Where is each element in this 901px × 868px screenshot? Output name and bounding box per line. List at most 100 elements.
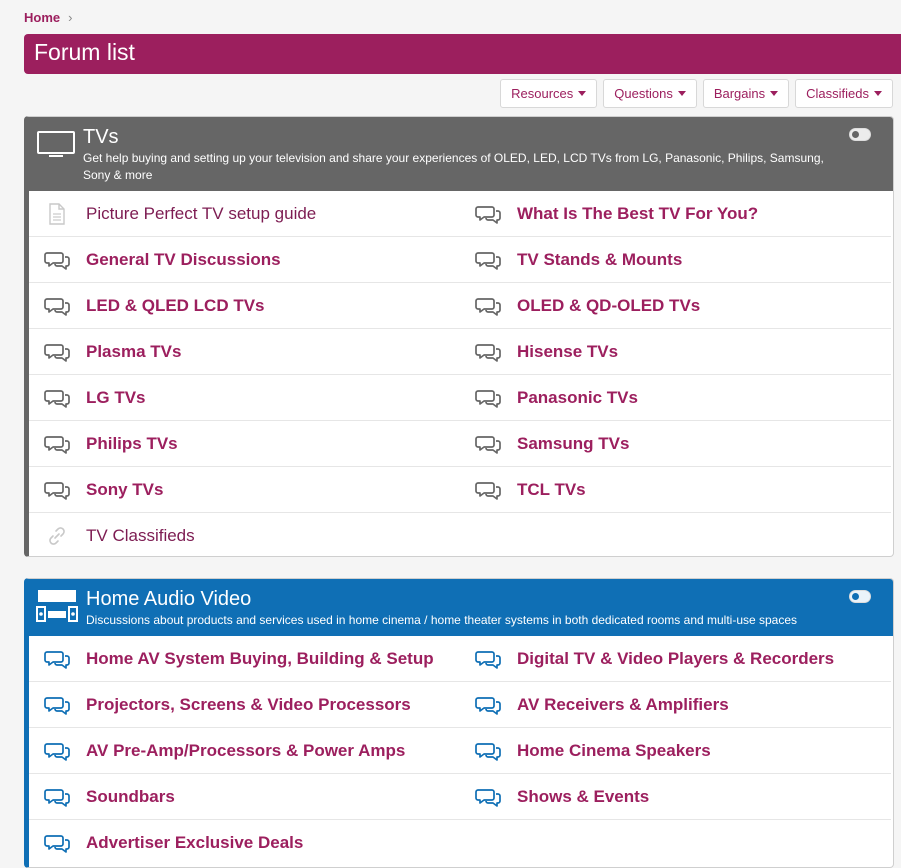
bargains-menu-button[interactable]: Bargains [702, 79, 790, 108]
collapse-toggle[interactable] [849, 128, 871, 141]
television-icon [36, 130, 76, 165]
forum-node-title[interactable]: Projectors, Screens & Video Processors [86, 695, 411, 715]
forum-node-samsung-tvs[interactable]: Samsung TVs [460, 421, 891, 467]
forum-node-title[interactable]: Soundbars [86, 787, 175, 807]
chat-bubbles-icon [43, 785, 71, 809]
forum-node-title[interactable]: Sony TVs [86, 480, 163, 500]
chat-bubbles-icon [43, 340, 71, 364]
category-block-home-audio-video: Home Audio Video Discussions about produ… [24, 578, 894, 868]
forum-node-picture-perfect-tv-setup-guide[interactable]: Picture Perfect TV setup guide [29, 191, 460, 237]
av-equipment-icon [36, 589, 78, 628]
chat-bubbles-icon [474, 386, 502, 410]
forum-node-title[interactable]: AV Receivers & Amplifiers [517, 695, 729, 715]
page-title-bar: Forum list [24, 34, 901, 74]
forum-node-title[interactable]: General TV Discussions [86, 250, 281, 270]
collapse-toggle[interactable] [849, 590, 871, 603]
category-header-tvs: TVs Get help buying and setting up your … [29, 117, 893, 191]
caret-down-icon [874, 91, 882, 96]
forum-node-oled-and-qd-oled-tvs[interactable]: OLED & QD-OLED TVs [460, 283, 891, 329]
forum-node-title[interactable]: Philips TVs [86, 434, 178, 454]
forum-node-shows-and-events[interactable]: Shows & Events [460, 774, 891, 820]
forum-node-title[interactable]: What Is The Best TV For You? [517, 204, 758, 224]
classifieds-menu-button[interactable]: Classifieds [795, 79, 893, 108]
resources-menu-button[interactable]: Resources [500, 79, 598, 108]
forum-node-soundbars[interactable]: Soundbars [29, 774, 460, 820]
chat-bubbles-icon [474, 432, 502, 456]
node-grid-tvs: Picture Perfect TV setup guide What Is Th… [29, 191, 893, 556]
forum-node-title[interactable]: Home Cinema Speakers [517, 741, 711, 761]
forum-node-projectors-screens-and-video-processors[interactable]: Projectors, Screens & Video Processors [29, 682, 460, 728]
chat-bubbles-icon [43, 739, 71, 763]
forum-node-title[interactable]: Panasonic TVs [517, 388, 638, 408]
forum-node-title[interactable]: LED & QLED LCD TVs [86, 296, 265, 316]
category-title-tvs[interactable]: TVs [83, 126, 119, 149]
node-grid-home-audio-video: Home AV System Buying, Building & Setup D… [29, 636, 893, 866]
forum-node-title[interactable]: Shows & Events [517, 787, 649, 807]
forum-node-title[interactable]: LG TVs [86, 388, 146, 408]
forum-node-av-receivers-and-amplifiers[interactable]: AV Receivers & Amplifiers [460, 682, 891, 728]
chat-bubbles-icon [43, 478, 71, 502]
chat-bubbles-icon [474, 202, 502, 226]
forum-node-tv-stands-and-mounts[interactable]: TV Stands & Mounts [460, 237, 891, 283]
forum-node-title[interactable]: Digital TV & Video Players & Recorders [517, 649, 834, 669]
forum-node-title[interactable]: Advertiser Exclusive Deals [86, 833, 303, 853]
forum-node-advertiser-exclusive-deals[interactable]: Advertiser Exclusive Deals [29, 820, 460, 866]
forum-node-title[interactable]: Picture Perfect TV setup guide [86, 204, 316, 224]
chat-bubbles-icon [43, 294, 71, 318]
forum-node-title[interactable]: TCL TVs [517, 480, 586, 500]
page-icon [43, 202, 71, 226]
forum-node-title[interactable]: OLED & QD-OLED TVs [517, 296, 700, 316]
category-header-home-audio-video: Home Audio Video Discussions about produ… [29, 579, 893, 636]
chat-bubbles-icon [474, 294, 502, 318]
link-icon [43, 524, 71, 548]
resources-menu-label: Resources [511, 86, 574, 101]
forum-node-home-av-system-buying-building-and-setup[interactable]: Home AV System Buying, Building & Setup [29, 636, 460, 682]
forum-node-title[interactable]: Hisense TVs [517, 342, 618, 362]
forum-node-hisense-tvs[interactable]: Hisense TVs [460, 329, 891, 375]
category-description-tvs: Get help buying and setting up your tele… [83, 151, 824, 182]
forum-node-title[interactable]: Plasma TVs [86, 342, 181, 362]
classifieds-menu-label: Classifieds [806, 86, 869, 101]
forum-node-sony-tvs[interactable]: Sony TVs [29, 467, 460, 513]
forum-node-title[interactable]: TV Stands & Mounts [517, 250, 682, 270]
forum-node-panasonic-tvs[interactable]: Panasonic TVs [460, 375, 891, 421]
forum-node-digital-tv-and-video-players-and-recorders[interactable]: Digital TV & Video Players & Recorders [460, 636, 891, 682]
forum-node-home-cinema-speakers[interactable]: Home Cinema Speakers [460, 728, 891, 774]
category-title-home-audio-video[interactable]: Home Audio Video [86, 588, 251, 611]
chat-bubbles-icon [474, 340, 502, 364]
caret-down-icon [677, 91, 686, 96]
breadcrumb-home-link[interactable]: Home [24, 10, 60, 25]
chat-bubbles-icon [43, 831, 71, 855]
forum-node-tcl-tvs[interactable]: TCL TVs [460, 467, 891, 513]
category-block-tvs: TVs Get help buying and setting up your … [24, 116, 894, 557]
chat-bubbles-icon [474, 739, 502, 763]
bargains-menu-label: Bargains [713, 86, 766, 101]
forum-node-title[interactable]: TV Classifieds [86, 526, 195, 546]
forum-node-led-and-qled-lcd-tvs[interactable]: LED & QLED LCD TVs [29, 283, 460, 329]
category-description-home-audio-video: Discussions about products and services … [86, 613, 798, 627]
forum-node-what-is-the-best-tv-for-you[interactable]: What Is The Best TV For You? [460, 191, 891, 237]
chat-bubbles-icon [43, 693, 71, 717]
forum-node-general-tv-discussions[interactable]: General TV Discussions [29, 237, 460, 283]
breadcrumb: Home › [24, 10, 72, 25]
forum-node-tv-classifieds[interactable]: TV Classifieds [29, 513, 460, 556]
forum-node-title[interactable]: AV Pre-Amp/Processors & Power Amps [86, 741, 405, 761]
caret-down-icon [770, 91, 779, 96]
forum-node-title[interactable]: Samsung TVs [517, 434, 629, 454]
chat-bubbles-icon [43, 432, 71, 456]
chat-bubbles-icon [474, 693, 502, 717]
forum-node-plasma-tvs[interactable]: Plasma TVs [29, 329, 460, 375]
questions-menu-button[interactable]: Questions [603, 79, 697, 108]
breadcrumb-separator: › [68, 10, 73, 25]
forum-node-title[interactable]: Home AV System Buying, Building & Setup [86, 649, 434, 669]
forum-node-philips-tvs[interactable]: Philips TVs [29, 421, 460, 467]
forum-node-lg-tvs[interactable]: LG TVs [29, 375, 460, 421]
quick-nav: Resources Questions Bargains Classifieds [500, 79, 893, 108]
caret-down-icon [578, 91, 587, 96]
questions-menu-label: Questions [614, 86, 673, 101]
chat-bubbles-icon [474, 785, 502, 809]
chat-bubbles-icon [474, 647, 502, 671]
forum-node-av-pre-amp-processors-and-power-amps[interactable]: AV Pre-Amp/Processors & Power Amps [29, 728, 460, 774]
chat-bubbles-icon [474, 248, 502, 272]
chat-bubbles-icon [43, 248, 71, 272]
